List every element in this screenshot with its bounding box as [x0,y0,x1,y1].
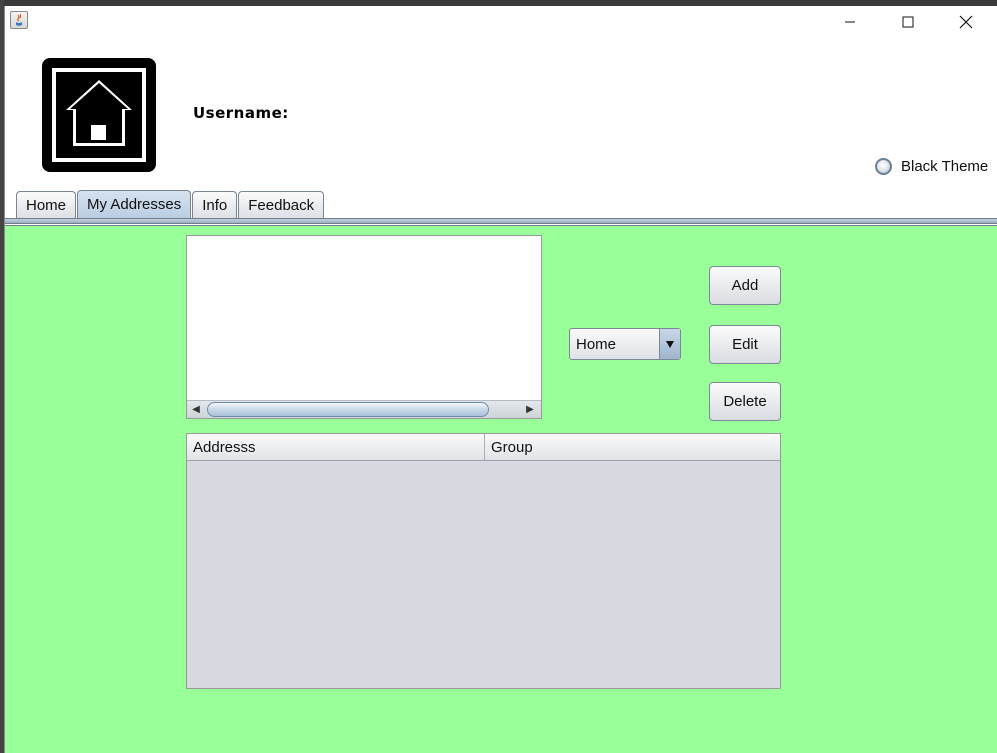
table-header: Addresss Group [187,434,780,461]
edit-button[interactable]: Edit [709,325,781,364]
tab-info[interactable]: Info [192,191,238,218]
scroll-left-icon[interactable]: ◀ [187,401,205,418]
add-button[interactable]: Add [709,266,781,305]
scrollbar-thumb[interactable] [207,402,489,417]
minimize-button[interactable] [821,6,879,38]
java-app-icon[interactable] [10,11,28,29]
header-panel: Username: Black Theme Home My Addresses … [5,38,997,224]
maximize-icon [902,16,914,28]
group-select-value: Home [576,336,617,353]
group-select[interactable]: Home [569,328,681,360]
column-header-address[interactable]: Addresss [187,434,485,460]
maximize-button[interactable] [879,6,937,38]
close-button[interactable] [937,6,995,38]
black-theme-radio[interactable]: Black Theme [875,158,988,175]
my-addresses-panel: ◀ ▶ Home Add Edit Delete Addresss Group [5,225,997,753]
tab-feedback[interactable]: Feedback [238,191,325,218]
address-table[interactable]: Addresss Group [186,433,781,689]
minimize-icon [845,21,855,23]
username-label: Username: [193,104,289,122]
horizontal-scrollbar[interactable]: ◀ ▶ [187,400,541,418]
black-theme-label: Black Theme [901,158,989,175]
username-label-text: Username: [193,104,289,122]
chevron-down-icon[interactable] [659,329,680,359]
radio-button-icon[interactable] [875,158,892,175]
title-bar[interactable] [5,6,997,38]
address-text-area[interactable]: ◀ ▶ [186,235,542,419]
delete-button[interactable]: Delete [709,382,781,421]
house-icon [42,58,156,172]
column-header-group[interactable]: Group [485,434,780,460]
tab-my-addresses[interactable]: My Addresses [77,190,192,218]
scroll-right-icon[interactable]: ▶ [521,401,539,418]
close-icon [959,15,973,29]
app-window: Username: Black Theme Home My Addresses … [4,6,997,753]
tab-divider [5,218,997,224]
tab-bar: Home My Addresses Info Feedback [16,190,325,219]
tab-home[interactable]: Home [16,191,77,218]
